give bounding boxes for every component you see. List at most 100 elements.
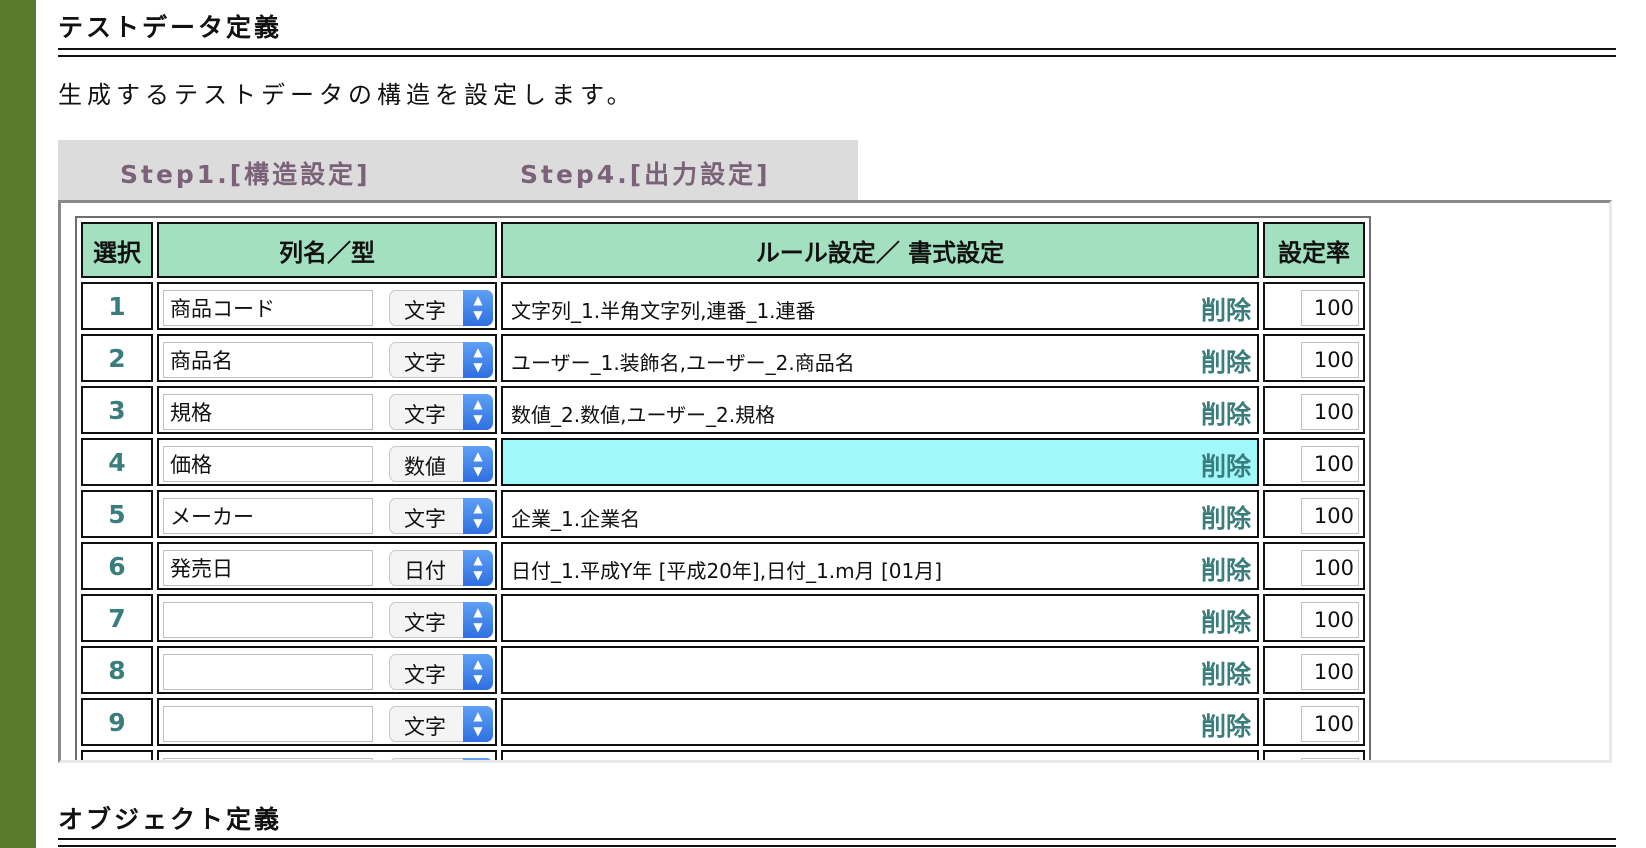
table-row: 10 文字▲▼ 削除	[81, 750, 1365, 760]
rate-input[interactable]	[1301, 446, 1359, 482]
type-select-value: 文字	[404, 611, 446, 635]
test-data-description: 生成するテストデータの構造を設定します。	[58, 81, 636, 109]
delete-link[interactable]: 削除	[1201, 291, 1251, 327]
rule-cell[interactable]: 削除	[501, 594, 1259, 642]
type-select[interactable]: 文字 ▲▼	[389, 654, 493, 690]
type-select-value: 文字	[404, 299, 446, 323]
rule-cell[interactable]: 企業_1.企業名 削除	[501, 490, 1259, 538]
rate-input[interactable]	[1301, 342, 1359, 378]
rule-text: ユーザー_1.装飾名,ユーザー_2.商品名	[511, 351, 855, 375]
up-down-chevron-icon: ▲▼	[463, 498, 493, 534]
column-name-input[interactable]	[163, 758, 373, 760]
column-cell: 数値 ▲▼	[157, 438, 497, 486]
table-row: 1 文字 ▲▼ 文字列_1.半角文字列,連番_1.連番 削除	[81, 282, 1365, 330]
rule-text: 数値_2.数値,ユーザー_2.規格	[511, 403, 776, 427]
type-select-value: 日付	[404, 559, 446, 583]
rate-input[interactable]	[1301, 758, 1359, 760]
column-cell: 文字▲▼	[157, 698, 497, 746]
rule-cell[interactable]: 削除	[501, 750, 1259, 760]
type-select[interactable]: 日付 ▲ ▼	[389, 550, 493, 586]
type-select[interactable]: 文字 ▲▼	[389, 342, 493, 378]
rule-cell[interactable]: 日付_1.平成Y年 [平成20年],日付_1.m月 [01月] 削除	[501, 542, 1259, 590]
type-select-value: 文字	[404, 507, 446, 531]
rate-cell	[1263, 750, 1365, 760]
tab-step1-structure[interactable]: Step1.[構造設定]	[120, 155, 371, 191]
column-cell: 文字▲▼	[157, 594, 497, 642]
column-name-input[interactable]	[163, 394, 373, 430]
rule-cell[interactable]: 文字列_1.半角文字列,連番_1.連番 削除	[501, 282, 1259, 330]
type-select-value: 文字	[404, 663, 446, 687]
rate-input[interactable]	[1301, 706, 1359, 742]
column-cell: 文字 ▲▼	[157, 334, 497, 382]
column-name-input[interactable]	[163, 498, 373, 534]
delete-link[interactable]: 削除	[1201, 707, 1251, 743]
row-number[interactable]: 6	[81, 542, 153, 590]
column-name-input[interactable]	[163, 550, 373, 586]
rule-cell[interactable]: 削除	[501, 438, 1259, 486]
row-number[interactable]: 4	[81, 438, 153, 486]
up-down-chevron-icon: ▲▼	[463, 654, 493, 690]
delete-link[interactable]: 削除	[1201, 551, 1251, 587]
rate-cell	[1263, 334, 1365, 382]
type-select-value: 文字	[404, 403, 446, 427]
type-select[interactable]: 文字▲▼	[389, 706, 493, 742]
type-select[interactable]: 文字▲▼	[389, 602, 493, 638]
table-row: 2 文字 ▲▼ ユーザー_1.装飾名,ユーザー_2.商品名 削除	[81, 334, 1365, 382]
header-select: 選択	[81, 222, 153, 278]
table-row: 3 文字 ▲▼ 数値_2.数値,ユーザー_2.規格 削除	[81, 386, 1365, 434]
rate-input[interactable]	[1301, 290, 1359, 326]
rate-input[interactable]	[1301, 394, 1359, 430]
rule-cell[interactable]: ユーザー_1.装飾名,ユーザー_2.商品名 削除	[501, 334, 1259, 382]
tab-step4-output[interactable]: Step4.[出力設定]	[520, 155, 771, 191]
delete-link[interactable]: 削除	[1201, 655, 1251, 691]
row-number[interactable]: 10	[81, 750, 153, 760]
row-number[interactable]: 9	[81, 698, 153, 746]
type-select[interactable]: 文字▲▼	[389, 290, 493, 326]
delete-link[interactable]: 削除	[1201, 447, 1251, 483]
header-rule-setting-link[interactable]: ルール設定	[756, 239, 876, 267]
column-name-input[interactable]	[163, 290, 373, 326]
rate-cell	[1263, 490, 1365, 538]
row-number[interactable]: 8	[81, 646, 153, 694]
column-cell: 文字▲▼	[157, 750, 497, 760]
structure-table: 選択 列名／型 ルール設定／ 書式設定 設定率 1文字▲▼文字列_1.半角文字列…	[75, 216, 1371, 760]
delete-link[interactable]: 削除	[1201, 759, 1251, 760]
column-name-input[interactable]	[163, 446, 373, 482]
column-name-input[interactable]	[163, 654, 373, 690]
row-number[interactable]: 1	[81, 282, 153, 330]
column-name-input[interactable]	[163, 602, 373, 638]
delete-link[interactable]: 削除	[1201, 603, 1251, 639]
rate-cell	[1263, 698, 1365, 746]
type-select-value: 文字	[404, 351, 446, 375]
header-format-setting-link[interactable]: 書式設定	[908, 239, 1004, 267]
delete-link[interactable]: 削除	[1201, 395, 1251, 431]
column-cell: 日付 ▲▼	[157, 542, 497, 590]
rule-cell[interactable]: 数値_2.数値,ユーザー_2.規格 削除	[501, 386, 1259, 434]
row-number[interactable]: 2	[81, 334, 153, 382]
row-number[interactable]: 3	[81, 386, 153, 434]
heading-double-rule	[58, 48, 1616, 57]
row-number[interactable]: 5	[81, 490, 153, 538]
column-name-input[interactable]	[163, 342, 373, 378]
rate-input[interactable]	[1301, 602, 1359, 638]
header-column-type: 列名／型	[157, 222, 497, 278]
delete-link[interactable]: 削除	[1201, 499, 1251, 535]
rate-input[interactable]	[1301, 498, 1359, 534]
up-down-chevron-icon: ▲▼	[463, 342, 493, 378]
rule-cell[interactable]: 削除	[501, 646, 1259, 694]
row-number[interactable]: 7	[81, 594, 153, 642]
type-select[interactable]: 文字▲▼	[389, 758, 493, 760]
type-select[interactable]: 文字 ▲▼	[389, 498, 493, 534]
type-select[interactable]: 文字▲▼	[389, 394, 493, 430]
object-section-heading: オブジェクト定義	[58, 800, 1616, 847]
test-data-title: テストデータ定義	[58, 13, 283, 42]
column-name-input[interactable]	[163, 706, 373, 742]
structure-table-body: 1文字▲▼文字列_1.半角文字列,連番_1.連番削除2文字▲▼ユーザー_1.装飾…	[81, 282, 1365, 760]
rate-input[interactable]	[1301, 550, 1359, 586]
type-select[interactable]: 数値 ▲ ▼	[389, 446, 493, 482]
left-sidebar-bar	[0, 0, 36, 848]
column-cell: 文字▲▼	[157, 282, 497, 330]
delete-link[interactable]: 削除	[1201, 343, 1251, 379]
rule-cell[interactable]: 削除	[501, 698, 1259, 746]
rate-input[interactable]	[1301, 654, 1359, 690]
